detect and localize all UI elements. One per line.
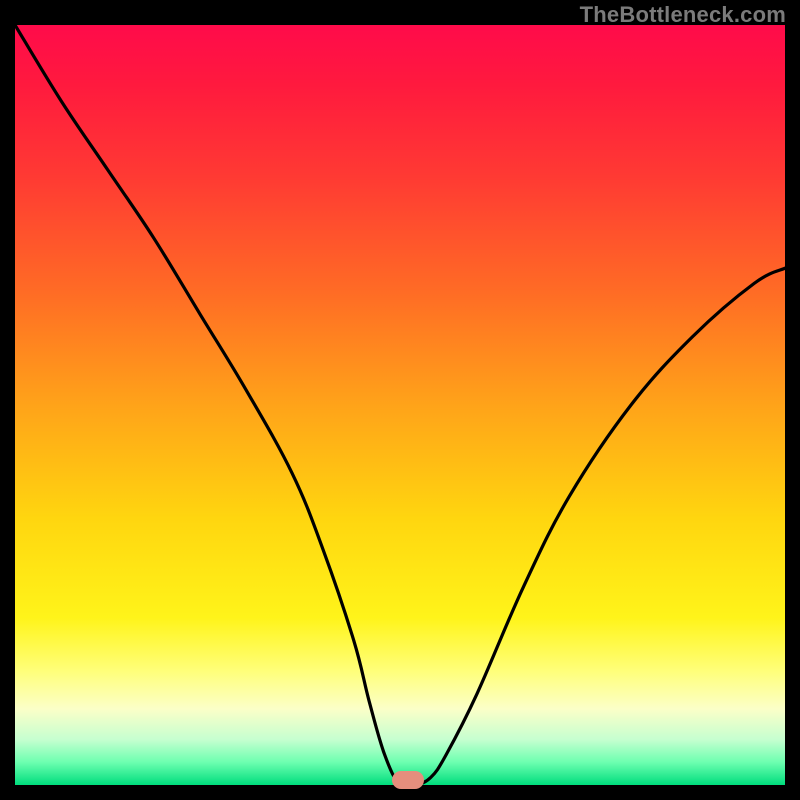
optimum-marker — [392, 771, 424, 789]
curve-path — [15, 25, 785, 785]
stage: TheBottleneck.com — [0, 0, 800, 800]
bottleneck-curve — [15, 25, 785, 785]
chart-plot-area — [15, 25, 785, 785]
